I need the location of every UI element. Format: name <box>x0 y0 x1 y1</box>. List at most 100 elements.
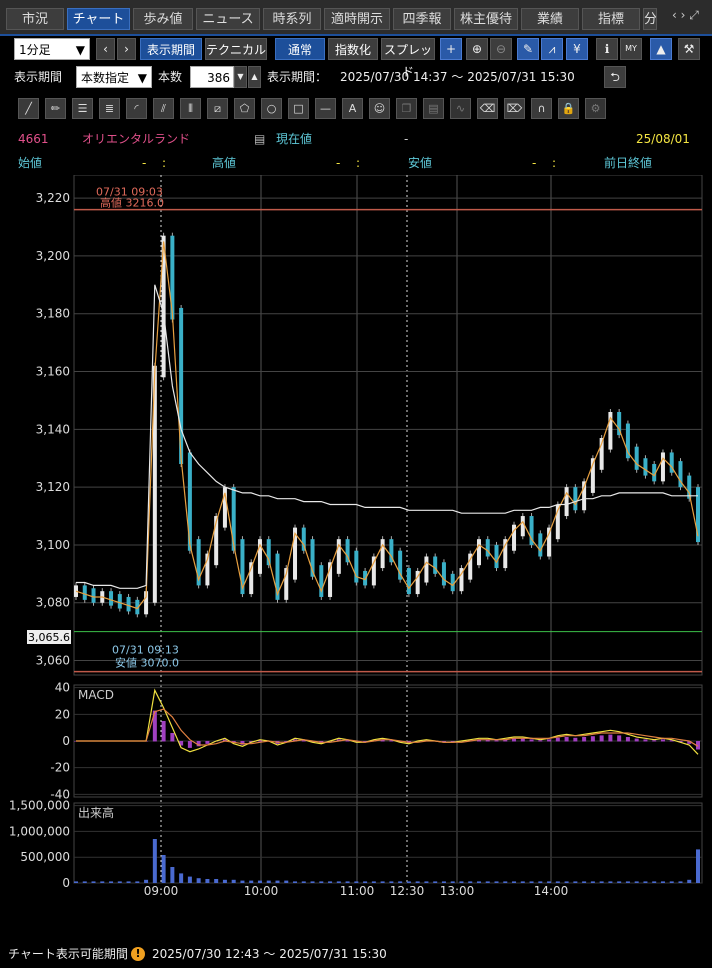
paste-tool-icon[interactable]: ▤ <box>423 98 444 119</box>
volume-bar <box>617 881 622 883</box>
technical-button[interactable]: テクニカル <box>205 38 267 60</box>
volume-bar <box>240 880 245 883</box>
volume-bar <box>424 881 429 883</box>
settings-wrench-icon[interactable]: ⚒ <box>678 38 700 60</box>
ruler-tool-icon[interactable]: ✏ <box>45 98 66 119</box>
volume-bar <box>415 881 420 883</box>
tab-benefits[interactable]: 株主優待 <box>454 8 518 30</box>
index-button[interactable]: 指数化 <box>328 38 378 60</box>
low-time-label: 07/31 09:13 <box>112 644 179 657</box>
time-axis-label: 09:00 <box>144 884 179 898</box>
info-icon[interactable]: ℹ <box>596 38 618 60</box>
circle-tool-icon[interactable]: ○ <box>261 98 282 119</box>
vlines-tool-icon[interactable]: ⦀ <box>180 98 201 119</box>
yen-icon[interactable]: ¥ <box>566 38 588 60</box>
memo-icon[interactable]: ▤ <box>254 131 265 147</box>
count-input[interactable]: 386 <box>190 66 234 88</box>
eraser-tool-icon[interactable]: ⌫ <box>477 98 498 119</box>
reset-range-icon[interactable]: ⮌ <box>604 66 626 88</box>
text-tool-icon[interactable]: A <box>342 98 363 119</box>
magnet-tool-icon[interactable]: ∩ <box>531 98 552 119</box>
zoom-out-icon[interactable]: ⊖ <box>490 38 512 60</box>
trendline-tool-icon[interactable]: ╱ <box>18 98 39 119</box>
rectangle-tool-icon[interactable]: □ <box>288 98 309 119</box>
zoom-in-icon[interactable]: ⊕ <box>466 38 488 60</box>
macd-histogram-bar <box>573 737 578 742</box>
area-chart-icon[interactable]: ▲ <box>650 38 672 60</box>
macd-histogram-bar <box>555 737 560 742</box>
wave-tool-icon[interactable]: ∿ <box>450 98 471 119</box>
spread-button[interactable]: スプレッド <box>381 38 435 79</box>
candle-body <box>82 585 87 600</box>
count-dropdown-icon[interactable]: ▼ <box>234 66 247 88</box>
volume-bar <box>275 880 280 883</box>
fan-tool-icon[interactable]: ⫽ <box>153 98 174 119</box>
pentagon-tool-icon[interactable]: ⬠ <box>234 98 255 119</box>
stock-code: 4661 <box>18 132 49 146</box>
volume-bar <box>301 881 306 883</box>
volume-panel-frame <box>73 802 703 884</box>
macd-histogram-bar <box>643 739 648 742</box>
interval-value: 1分足 <box>19 43 51 57</box>
volume-bar <box>625 881 630 883</box>
macd-histogram-bar <box>625 737 630 742</box>
tab-news[interactable]: ニュース <box>196 8 260 30</box>
volume-bar <box>144 879 149 883</box>
period-button[interactable]: 表示期間 <box>140 38 202 60</box>
copy-tool-icon[interactable]: ❐ <box>396 98 417 119</box>
tab-market[interactable]: 市況 <box>6 8 64 30</box>
tab-disclosure[interactable]: 適時開示 <box>324 8 390 30</box>
normal-button[interactable]: 通常 <box>275 38 325 60</box>
volume-bar <box>214 879 219 883</box>
eraser-all-tool-icon[interactable]: ⌦ <box>504 98 525 119</box>
chevron-right-icon[interactable]: › <box>681 8 686 22</box>
candle-body <box>170 235 175 320</box>
gear-icon[interactable]: ⚙ <box>585 98 606 119</box>
chart-area[interactable]: 3,220 3,200 3,180 3,160 3,140 3,120 3,100 3,080… <box>0 175 712 910</box>
expand-icon[interactable]: ⤢ <box>689 8 699 22</box>
macd-tick-label: -20 <box>50 761 70 775</box>
horizontal-line-tool-icon[interactable]: — <box>315 98 336 119</box>
count-stepper-icon[interactable]: ▲ <box>248 66 261 88</box>
tab-chart[interactable]: チャート <box>67 8 130 30</box>
time-axis-label: 14:00 <box>534 884 569 898</box>
tab-shikiho[interactable]: 四季報 <box>393 8 451 30</box>
period-mode-select[interactable]: 本数指定 ▼ <box>76 66 152 88</box>
last-price-label: 3,065.6 <box>28 631 70 644</box>
low-colon: : <box>552 156 557 170</box>
channel-tool-icon[interactable]: ⧄ <box>207 98 228 119</box>
my-chart-icon[interactable]: MY <box>620 38 642 60</box>
chart-type-icon[interactable]: ⩘ <box>541 38 563 60</box>
tab-scroll-arrows[interactable]: ‹ › ⤢ <box>672 8 712 30</box>
stock-date: 25/08/01 <box>636 132 690 146</box>
volume-bar <box>669 881 674 883</box>
candle-body <box>231 487 236 551</box>
tab-overflow[interactable]: 分 <box>643 8 657 30</box>
volume-tick-label: 1,000,000 <box>9 824 70 838</box>
volume-bar <box>643 881 648 883</box>
pen-icon[interactable]: ✎ <box>517 38 539 60</box>
price-tick-label: 3,220 <box>36 191 70 205</box>
prev-interval-button[interactable]: ‹ <box>96 38 115 60</box>
chevron-left-icon[interactable]: ‹ <box>672 8 677 22</box>
vwap-line <box>76 284 698 589</box>
status-bar: チャート表示可能期間 ! 2025/07/30 12:43 〜 2025/07/… <box>0 940 712 968</box>
count-label: 本数 <box>158 70 183 84</box>
lock-tool-icon[interactable]: 🔒 <box>558 98 579 119</box>
stamp-tool-icon[interactable]: ☺ <box>369 98 390 119</box>
available-period-label: チャート表示可能期間 <box>8 947 128 961</box>
fib-tool-icon[interactable]: ≣ <box>99 98 120 119</box>
volume-bar <box>91 881 96 883</box>
arc-tool-icon[interactable]: ◜ <box>126 98 147 119</box>
candle-body <box>520 516 525 537</box>
interval-select[interactable]: 1分足 ▼ <box>14 38 90 60</box>
tab-performance[interactable]: 業績 <box>521 8 579 30</box>
tab-indicators[interactable]: 指標 <box>582 8 640 30</box>
high-label: 高値 <box>212 156 237 170</box>
hlines-tool-icon[interactable]: ☰ <box>72 98 93 119</box>
next-interval-button[interactable]: › <box>117 38 136 60</box>
volume-bar <box>117 881 122 883</box>
tab-timeseries[interactable]: 時系列 <box>263 8 321 30</box>
crosshair-icon[interactable]: + <box>440 38 462 60</box>
tab-tick[interactable]: 歩み値 <box>133 8 193 30</box>
